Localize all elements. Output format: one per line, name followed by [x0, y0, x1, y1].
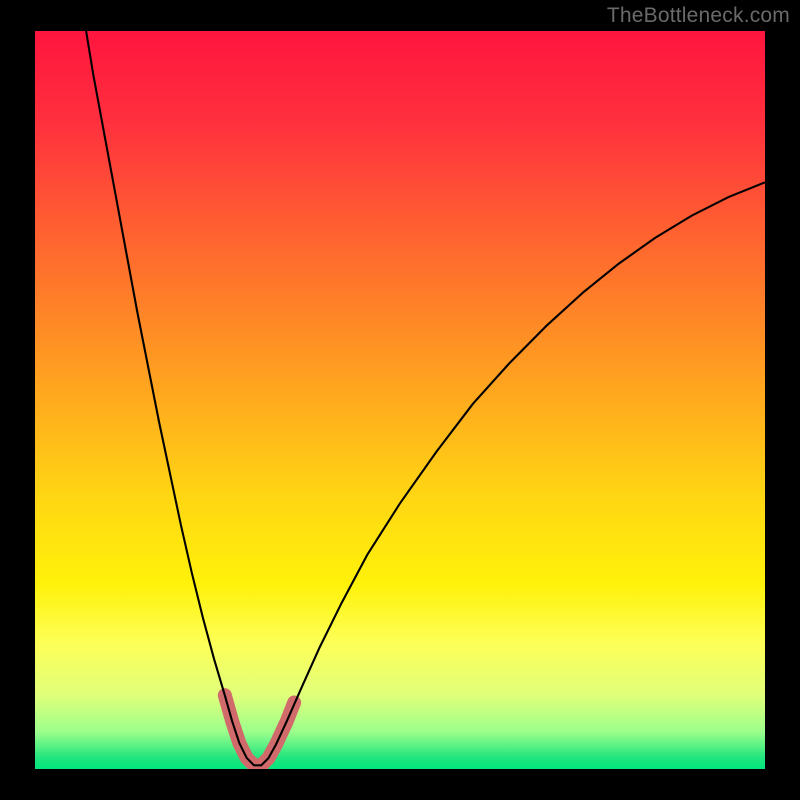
chart-background-gradient	[35, 31, 765, 769]
bottleneck-chart	[0, 0, 800, 800]
chart-frame: TheBottleneck.com	[0, 0, 800, 800]
watermark-text: TheBottleneck.com	[607, 4, 790, 28]
